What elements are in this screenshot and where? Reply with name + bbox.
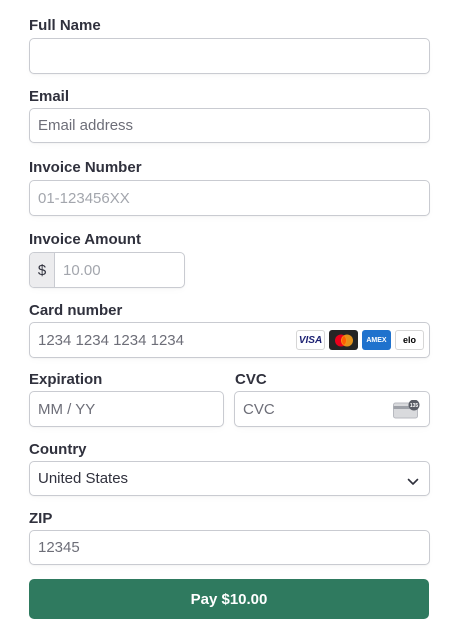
invoice-amount-field: $ [29, 252, 185, 288]
invoice-number-field [29, 180, 430, 216]
card-number-label: Card number [29, 302, 123, 319]
visa-icon: VISA [296, 330, 325, 350]
zip-label: ZIP [29, 510, 53, 527]
invoice-amount-input[interactable] [55, 253, 184, 287]
invoice-number-label: Invoice Number [29, 159, 142, 176]
card-brands: VISA AMEX elo [296, 330, 424, 350]
zip-input[interactable] [30, 531, 429, 564]
expiration-field [29, 391, 224, 427]
cvc-input[interactable] [235, 392, 393, 426]
email-field [29, 108, 430, 143]
cvc-label: CVC [235, 371, 267, 388]
invoice-amount-label: Invoice Amount [29, 231, 141, 248]
country-label: Country [29, 441, 87, 458]
card-number-input[interactable] [30, 323, 296, 357]
email-label: Email [29, 88, 70, 105]
zip-field [29, 530, 430, 565]
invoice-number-input[interactable] [30, 181, 429, 215]
cvc-field: 135 [234, 391, 430, 427]
mastercard-icon [329, 330, 358, 350]
pay-button[interactable]: Pay $10.00 [29, 579, 429, 619]
country-selected-value: United States [38, 470, 129, 487]
expiration-input[interactable] [30, 392, 223, 426]
elo-icon: elo [395, 330, 424, 350]
cvc-card-icon: 135 [393, 399, 420, 419]
email-input[interactable] [30, 109, 429, 142]
country-select[interactable]: United States [29, 461, 430, 496]
full-name-input[interactable] [30, 39, 429, 73]
full-name-label: Full Name [29, 17, 101, 34]
svg-text:135: 135 [410, 403, 419, 409]
full-name-field [29, 38, 430, 74]
currency-prefix: $ [30, 253, 56, 287]
amex-icon: AMEX [362, 330, 391, 350]
chevron-down-icon [407, 474, 419, 492]
expiration-label: Expiration [29, 371, 103, 388]
card-number-field: VISA AMEX elo [29, 322, 430, 358]
